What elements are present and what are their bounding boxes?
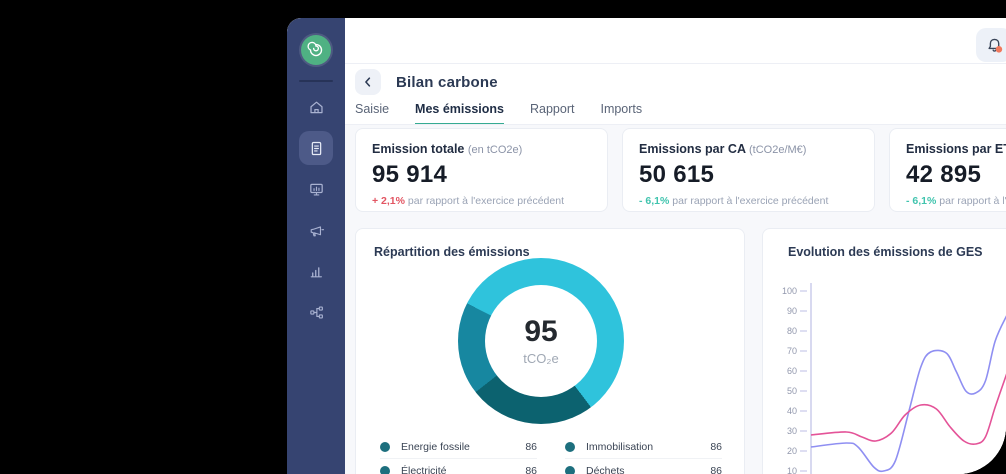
legend-label: Immobilisation	[586, 441, 710, 453]
kpi-value: 95 914	[372, 161, 591, 189]
kpi-delta: + 2,1%	[372, 195, 405, 207]
kpi-value: 50 615	[639, 161, 858, 189]
kpi-delta: - 6,1%	[639, 195, 669, 207]
kpi-title: Emission totale (en tCO2e)	[372, 142, 591, 156]
kpi-delta-row: + 2,1% par rapport à l'exercice précéden…	[372, 195, 591, 207]
kpi-delta-suffix: par rapport à l'exercice précédent	[936, 195, 1006, 207]
legend-value: 86	[525, 441, 537, 453]
page-content: Emission totale (en tCO2e) 95 914 + 2,1%…	[345, 125, 1006, 474]
svg-text:60: 60	[787, 366, 797, 376]
svg-text:70: 70	[787, 346, 797, 356]
sidebar-item-documents[interactable]	[299, 131, 333, 165]
bell-icon	[985, 36, 1004, 55]
legend-dot	[565, 442, 575, 452]
legend-dot	[380, 466, 390, 474]
hierarchy-icon	[308, 304, 325, 321]
tab-bar: Saisie Mes émissions Rapport Imports	[355, 102, 1006, 125]
donut-chart-card: Répartition des émissions 95 tCO₂e Energ…	[355, 228, 745, 474]
tab-rapport[interactable]: Rapport	[530, 102, 574, 125]
kpi-card-emissions-par-etp: Emissions par ETP (tCO2e/ETP) 42 895 - 6…	[889, 128, 1006, 212]
page-header: Bilan carbone	[355, 68, 498, 96]
svg-text:100: 100	[782, 286, 797, 296]
line-chart: 100 90 80 70 60 50 40 30 20 10	[763, 229, 1006, 474]
kpi-delta-suffix: par rapport à l'exercice précédent	[405, 195, 564, 207]
svg-text:40: 40	[787, 406, 797, 416]
page-title: Bilan carbone	[396, 74, 498, 91]
legend-item-immobilisation[interactable]: Immobilisation 86	[565, 435, 722, 459]
notification-dot	[995, 46, 1002, 53]
document-icon	[308, 140, 325, 157]
serie-bleue	[811, 315, 1006, 471]
app-logo[interactable]	[301, 35, 331, 65]
sidebar	[287, 18, 345, 474]
megaphone-icon	[308, 222, 325, 239]
donut-chart-title: Répartition des émissions	[374, 245, 530, 259]
kpi-title: Emissions par CA (tCO2e/M€)	[639, 142, 858, 156]
legend-item-dechets[interactable]: Déchets 86	[565, 459, 722, 474]
kpi-title-text: Emissions par CA	[639, 142, 746, 156]
tab-imports[interactable]: Imports	[600, 102, 642, 125]
svg-text:90: 90	[787, 306, 797, 316]
spiral-logo-icon	[307, 41, 325, 59]
donut-center: 95 tCO₂e	[485, 285, 597, 397]
sidebar-item-organization[interactable]	[299, 295, 333, 329]
legend-value: 86	[710, 441, 722, 453]
tab-saisie[interactable]: Saisie	[355, 102, 389, 125]
home-icon	[308, 99, 325, 116]
kpi-unit: (tCO2e/M€)	[749, 144, 806, 156]
legend-label: Energie fossile	[401, 441, 525, 453]
kpi-card-emission-totale: Emission totale (en tCO2e) 95 914 + 2,1%…	[355, 128, 608, 212]
legend-dot	[565, 466, 575, 474]
donut-center-unit: tCO₂e	[523, 351, 558, 366]
kpi-card-emissions-par-ca: Emissions par CA (tCO2e/M€) 50 615 - 6,1…	[622, 128, 875, 212]
monitor-icon	[308, 181, 325, 198]
donut-ring: 95 tCO₂e	[458, 258, 624, 424]
sidebar-item-analytics[interactable]	[299, 254, 333, 288]
kpi-title: Emissions par ETP (tCO2e/ETP)	[906, 142, 1006, 156]
sidebar-item-home[interactable]	[299, 90, 333, 124]
kpi-delta-row: - 6,1% par rapport à l'exercice précéden…	[906, 195, 1006, 207]
legend-label: Électricité	[401, 465, 525, 474]
serie-rose	[811, 373, 1006, 444]
donut-legend: Energie fossile 86 Immobilisation 86 Éle…	[380, 435, 722, 474]
svg-text:10: 10	[787, 466, 797, 474]
legend-dot	[380, 442, 390, 452]
svg-text:30: 30	[787, 426, 797, 436]
sidebar-nav	[287, 90, 345, 336]
kpi-delta-suffix: par rapport à l'exercice précédent	[669, 195, 828, 207]
kpi-delta: - 6,1%	[906, 195, 936, 207]
notifications-button[interactable]	[976, 28, 1006, 62]
svg-text:80: 80	[787, 326, 797, 336]
bar-chart-icon	[308, 263, 325, 280]
kpi-value: 42 895	[906, 161, 1006, 189]
legend-value: 86	[710, 465, 722, 474]
main-area: Bilan carbone Saisie Mes émissions Rappo…	[345, 18, 1006, 474]
legend-label: Déchets	[586, 465, 710, 474]
kpi-unit: (en tCO2e)	[468, 144, 522, 156]
donut-center-value: 95	[524, 317, 557, 347]
legend-item-energie-fossile[interactable]: Energie fossile 86	[380, 435, 537, 459]
kpi-title-text: Emissions par ETP	[906, 142, 1006, 156]
chevron-left-icon	[361, 75, 375, 89]
app-window: Bilan carbone Saisie Mes émissions Rappo…	[287, 18, 1006, 474]
kpi-delta-row: - 6,1% par rapport à l'exercice précéden…	[639, 195, 858, 207]
sidebar-item-dashboard[interactable]	[299, 172, 333, 206]
sidebar-divider	[299, 80, 333, 82]
kpi-row: Emission totale (en tCO2e) 95 914 + 2,1%…	[355, 128, 1006, 212]
screenshot-stage: Bilan carbone Saisie Mes émissions Rappo…	[0, 0, 1006, 474]
charts-row: Répartition des émissions 95 tCO₂e Energ…	[355, 228, 1006, 474]
svg-text:50: 50	[787, 386, 797, 396]
back-button[interactable]	[355, 69, 381, 95]
line-chart-card: Evolution des émissions de GES 100908070…	[762, 228, 1006, 474]
tab-mes-emissions[interactable]: Mes émissions	[415, 102, 504, 125]
kpi-title-text: Emission totale	[372, 142, 464, 156]
legend-value: 86	[525, 465, 537, 474]
legend-item-electricite[interactable]: Électricité 86	[380, 459, 537, 474]
topbar	[345, 18, 1006, 64]
sidebar-item-announcements[interactable]	[299, 213, 333, 247]
svg-text:20: 20	[787, 446, 797, 456]
